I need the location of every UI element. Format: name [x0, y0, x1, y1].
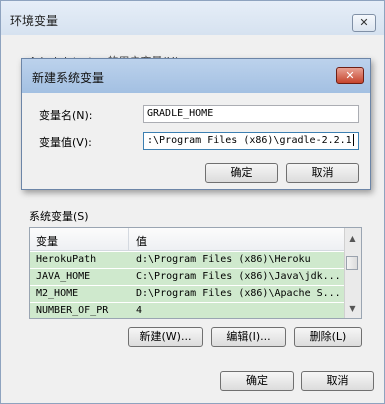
scrollbar-thumb[interactable] — [346, 256, 358, 270]
column-header-variable[interactable]: 变量 — [36, 233, 58, 249]
delete-variable-button[interactable]: 删除(L) — [294, 327, 362, 347]
outer-close-button[interactable]: ✕ — [352, 14, 376, 32]
inner-title-bar[interactable]: 新建系统变量 ✕ — [22, 59, 370, 93]
variable-value-label: 变量值(V): — [39, 136, 92, 149]
row-variable-name: JAVA_HOME — [36, 271, 91, 282]
scroll-down-icon[interactable]: ▼ — [345, 302, 360, 316]
row-variable-value: D:\Program Files (x86)\Apache S... — [136, 288, 341, 299]
system-variables-label: 系统变量(S) — [29, 210, 89, 223]
close-icon: ✕ — [345, 69, 355, 82]
table-row[interactable]: JAVA_HOME C:\Program Files (x86)\Java\jd… — [30, 269, 346, 285]
inner-cancel-button[interactable]: 取消 — [286, 163, 359, 183]
inner-ok-button[interactable]: 确定 — [205, 163, 278, 183]
outer-cancel-button[interactable]: 取消 — [301, 371, 374, 391]
outer-dialog-title: 环境变量 — [10, 14, 59, 28]
table-row[interactable]: M2_HOME D:\Program Files (x86)\Apache S.… — [30, 286, 346, 302]
table-row[interactable]: NUMBER_OF_PR 4 — [30, 303, 346, 318]
outer-ok-button[interactable]: 确定 — [220, 371, 294, 391]
text-caret — [352, 134, 354, 146]
row-variable-value: d:\Program Files (x86)\Heroku — [136, 254, 311, 265]
variable-name-input[interactable]: GRADLE_HOME — [143, 105, 359, 123]
inner-close-button[interactable]: ✕ — [336, 67, 364, 84]
row-variable-value: 4 — [136, 305, 143, 316]
table-row[interactable]: HerokuPath d:\Program Files (x86)\Heroku — [30, 252, 346, 268]
row-variable-name: HerokuPath — [36, 254, 97, 265]
variable-value-text: :\Program Files (x86)\gradle-2.2.1 — [147, 135, 352, 146]
variable-name-label: 变量名(N): — [39, 109, 93, 122]
variable-value-input[interactable]: :\Program Files (x86)\gradle-2.2.1 — [143, 132, 359, 150]
row-variable-name: M2_HOME — [36, 288, 79, 299]
scroll-up-icon[interactable]: ▲ — [345, 232, 360, 246]
outer-title-bar[interactable]: 环境变量 ✕ — [1, 1, 384, 35]
row-variable-name: NUMBER_OF_PR — [36, 305, 109, 316]
system-variables-list[interactable]: 变量 值 HerokuPath d:\Program Files (x86)\H… — [29, 227, 362, 319]
new-variable-button[interactable]: 新建(W)... — [128, 327, 203, 347]
list-header: 变量 值 — [30, 228, 346, 251]
inner-dialog-title: 新建系统变量 — [32, 71, 105, 85]
edit-variable-button[interactable]: 编辑(I)... — [211, 327, 286, 347]
close-icon: ✕ — [359, 16, 369, 29]
column-divider[interactable] — [128, 228, 129, 250]
new-system-variable-dialog: 新建系统变量 ✕ 变量名(N): GRADLE_HOME 变量值(V): :\P… — [21, 58, 371, 190]
column-header-value[interactable]: 值 — [136, 233, 147, 249]
row-variable-value: C:\Program Files (x86)\Java\jdk... — [136, 271, 341, 282]
variable-name-text: GRADLE_HOME — [147, 108, 214, 119]
vertical-scrollbar[interactable]: ▲ ▼ — [344, 228, 361, 318]
